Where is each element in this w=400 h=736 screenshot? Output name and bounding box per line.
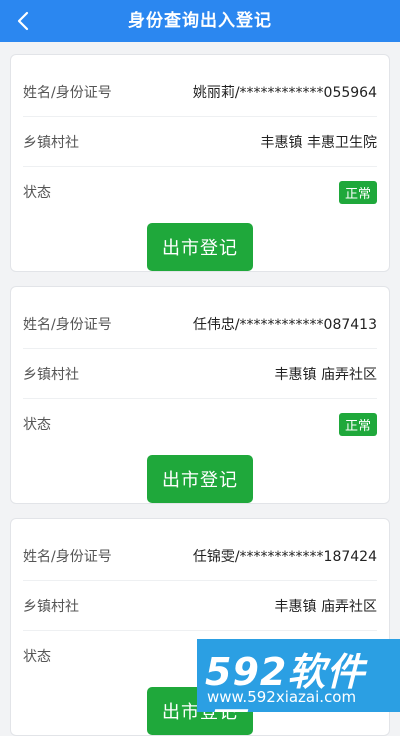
- township-value: 丰惠镇 庙弄社区: [274, 366, 377, 383]
- township-label: 乡镇村社: [23, 134, 79, 151]
- township-value: 丰惠镇 丰惠卫生院: [260, 134, 377, 151]
- name-id-label: 姓名/身份证号: [23, 84, 112, 101]
- top-bar: 身份查询出入登记: [0, 0, 400, 42]
- township-label: 乡镇村社: [23, 366, 79, 383]
- name-id-value: 任锦雯/************187424: [192, 548, 377, 565]
- township-value: 丰惠镇 庙弄社区: [274, 598, 377, 615]
- record-card: 姓名/身份证号 任伟忠/************087413 乡镇村社 丰惠镇 …: [10, 286, 390, 504]
- name-id-label: 姓名/身份证号: [23, 548, 112, 565]
- watermark-logo: 592软件园 www.592xiazai.com: [197, 639, 400, 712]
- status-row: 状态 正常: [23, 167, 377, 217]
- township-row: 乡镇村社 丰惠镇 庙弄社区: [23, 349, 377, 399]
- name-id-value: 姚丽莉/************055964: [192, 84, 377, 101]
- name-id-label: 姓名/身份证号: [23, 316, 112, 333]
- status-label: 状态: [23, 185, 51, 201]
- exit-city-register-button[interactable]: 出市登记: [147, 455, 253, 503]
- township-row: 乡镇村社 丰惠镇 丰惠卫生院: [23, 117, 377, 167]
- status-label: 状态: [23, 417, 51, 433]
- status-badge: 正常: [338, 180, 377, 204]
- status-label: 状态: [23, 649, 51, 665]
- status-badge: 正常: [338, 412, 377, 436]
- page-title: 身份查询出入登记: [128, 11, 272, 31]
- name-id-value: 任伟忠/************087413: [192, 316, 377, 333]
- watermark-url: www.592xiazai.com: [207, 688, 357, 706]
- name-id-row: 姓名/身份证号 任伟忠/************087413: [23, 299, 377, 349]
- name-id-row: 姓名/身份证号 任锦雯/************187424: [23, 531, 377, 581]
- status-row: 状态 正常: [23, 399, 377, 449]
- township-row: 乡镇村社 丰惠镇 庙弄社区: [23, 581, 377, 631]
- exit-city-register-button[interactable]: 出市登记: [147, 223, 253, 271]
- name-id-row: 姓名/身份证号 姚丽莉/************055964: [23, 67, 377, 117]
- record-card: 姓名/身份证号 姚丽莉/************055964 乡镇村社 丰惠镇 …: [10, 54, 390, 272]
- township-label: 乡镇村社: [23, 598, 79, 615]
